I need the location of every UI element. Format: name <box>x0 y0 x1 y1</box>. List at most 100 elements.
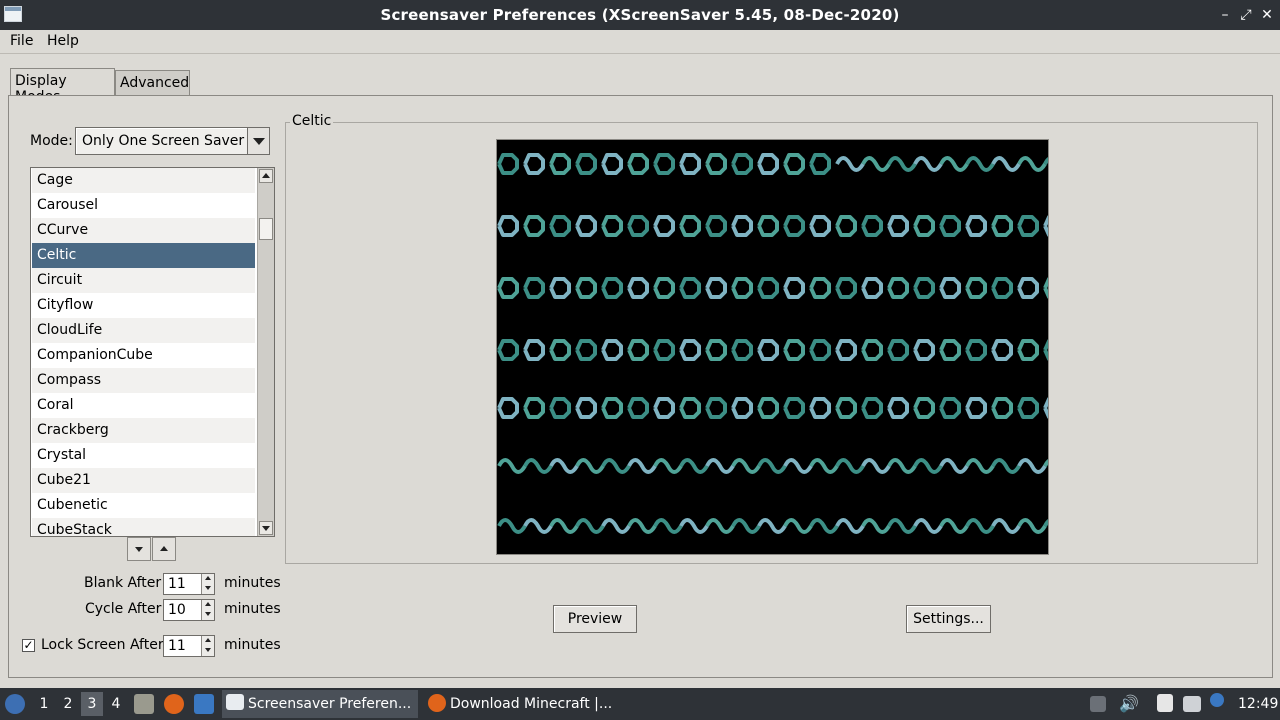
taskbar-window-screensaver[interactable]: Screensaver Preferen... <box>222 690 418 718</box>
celtic-knot-segment <box>809 215 831 237</box>
celtic-knot-segment <box>549 153 571 175</box>
celtic-knot-segment <box>627 518 657 534</box>
screensaver-list[interactable]: Cage Carousel CCurve Celtic Circuit Cityflow C… <box>30 167 275 537</box>
celtic-pattern-image <box>497 153 1048 534</box>
firefox-icon[interactable] <box>164 694 184 714</box>
celtic-knot-segment <box>965 156 995 172</box>
cycle-after-value[interactable]: 10 <box>168 602 186 618</box>
preview-button[interactable]: Preview <box>553 605 637 633</box>
list-item[interactable]: Cubenetic <box>32 493 255 518</box>
list-item[interactable]: Crystal <box>32 443 255 468</box>
taskbar-window-firefox[interactable]: Download Minecraft |... <box>424 690 620 718</box>
celtic-knot-segment <box>497 339 519 361</box>
celtic-knot-segment <box>887 397 909 419</box>
next-screensaver-button[interactable] <box>127 537 151 561</box>
minimize-button[interactable]: – <box>1216 6 1234 24</box>
list-item[interactable]: CCurve <box>32 218 255 243</box>
list-item[interactable]: Celtic <box>32 243 255 268</box>
lock-screen-checkbox[interactable]: ✓ <box>22 639 35 652</box>
close-button[interactable]: ✕ <box>1258 6 1276 24</box>
celtic-knot-segment <box>575 153 597 175</box>
mode-dropdown[interactable]: Only One Screen Saver <box>75 127 270 155</box>
celtic-knot-segment <box>783 397 805 419</box>
celtic-knot-segment <box>549 397 571 419</box>
celtic-knot-segment <box>653 339 675 361</box>
maximize-button[interactable]: ⤢ <box>1237 6 1255 24</box>
celtic-knot-segment <box>913 518 943 534</box>
celtic-knot-segment <box>601 277 623 299</box>
list-item[interactable]: Crackberg <box>32 418 255 443</box>
celtic-knot-segment <box>861 156 891 172</box>
previous-screensaver-button[interactable] <box>152 537 176 561</box>
workspace-1[interactable]: 1 <box>33 692 55 716</box>
celtic-knot-segment <box>861 458 891 474</box>
list-item[interactable]: Circuit <box>32 268 255 293</box>
cycle-after-label: Cycle After <box>85 601 162 617</box>
list-item[interactable]: CubeStack <box>32 518 255 536</box>
list-item[interactable]: Cube21 <box>32 468 255 493</box>
scroll-up-arrow-icon[interactable] <box>259 169 273 183</box>
file-manager-icon[interactable] <box>134 694 154 714</box>
desktop-icon[interactable] <box>194 694 214 714</box>
celtic-knot-segment <box>523 397 545 419</box>
scroll-thumb[interactable] <box>259 218 273 240</box>
celtic-knot-segment <box>679 339 701 361</box>
screensaver-window-icon <box>226 694 244 710</box>
cycle-after-spinner[interactable]: 10 <box>163 599 215 621</box>
celtic-knot-segment <box>497 458 527 474</box>
network-icon[interactable] <box>1183 696 1201 712</box>
workspace-3[interactable]: 3 <box>81 692 103 716</box>
menu-file[interactable]: File <box>10 33 33 49</box>
celtic-knot-segment <box>679 518 709 534</box>
celtic-knot-segment <box>523 277 545 299</box>
settings-button[interactable]: Settings... <box>906 605 991 633</box>
list-item[interactable]: CloudLife <box>32 318 255 343</box>
celtic-knot-segment <box>627 215 649 237</box>
clock[interactable]: 12:49 <box>1238 696 1278 712</box>
tab-display-modes[interactable]: Display Modes <box>10 68 115 105</box>
list-item[interactable]: Cage <box>32 168 255 193</box>
list-item[interactable]: CompanionCube <box>32 343 255 368</box>
menu-help[interactable]: Help <box>47 33 79 49</box>
celtic-knot-segment <box>523 458 553 474</box>
celtic-knot-segment <box>809 339 831 361</box>
celtic-knot-segment <box>939 156 969 172</box>
blank-after-value[interactable]: 11 <box>168 576 186 592</box>
celtic-knot-segment <box>757 339 779 361</box>
celtic-knot-segment <box>939 215 961 237</box>
list-item[interactable]: Carousel <box>32 193 255 218</box>
lock-screen-spinner[interactable]: 11 <box>163 635 215 657</box>
lock-screen-label[interactable]: Lock Screen After <box>41 637 164 653</box>
list-item[interactable]: Cityflow <box>32 293 255 318</box>
celtic-knot-segment <box>705 215 727 237</box>
workspace-4[interactable]: 4 <box>105 692 127 716</box>
screensaver-list-items: Cage Carousel CCurve Celtic Circuit Cityflow C… <box>32 168 255 536</box>
celtic-knot-segment <box>783 215 805 237</box>
celtic-knot-segment <box>679 277 701 299</box>
scroll-down-arrow-icon[interactable] <box>259 521 273 535</box>
update-notifier-icon[interactable] <box>1210 693 1224 707</box>
list-item[interactable]: Coral <box>32 393 255 418</box>
start-menu-icon[interactable] <box>5 694 25 714</box>
celtic-knot-segment <box>1017 277 1039 299</box>
blank-after-spinner[interactable]: 11 <box>163 573 215 595</box>
tab-advanced[interactable]: Advanced <box>115 70 190 96</box>
lock-screen-value[interactable]: 11 <box>168 638 186 654</box>
celtic-knot-segment <box>679 215 701 237</box>
celtic-knot-segment <box>835 277 857 299</box>
tray-arrow-icon[interactable] <box>1090 696 1106 712</box>
celtic-knot-segment <box>809 397 831 419</box>
celtic-knot-segment <box>757 458 787 474</box>
workspace-2[interactable]: 2 <box>57 692 79 716</box>
celtic-knot-segment <box>913 215 935 237</box>
list-item[interactable]: Compass <box>32 368 255 393</box>
taskbar-window-firefox-label: Download Minecraft |... <box>450 696 613 712</box>
list-scrollbar[interactable] <box>257 168 274 536</box>
celtic-knot-segment <box>887 458 917 474</box>
chevron-down-icon[interactable] <box>247 128 269 154</box>
celtic-knot-segment <box>913 339 935 361</box>
volume-icon[interactable]: 🔊 <box>1119 695 1139 713</box>
clipboard-icon[interactable] <box>1157 694 1173 712</box>
celtic-knot-segment <box>653 277 675 299</box>
celtic-knot-segment <box>575 518 605 534</box>
